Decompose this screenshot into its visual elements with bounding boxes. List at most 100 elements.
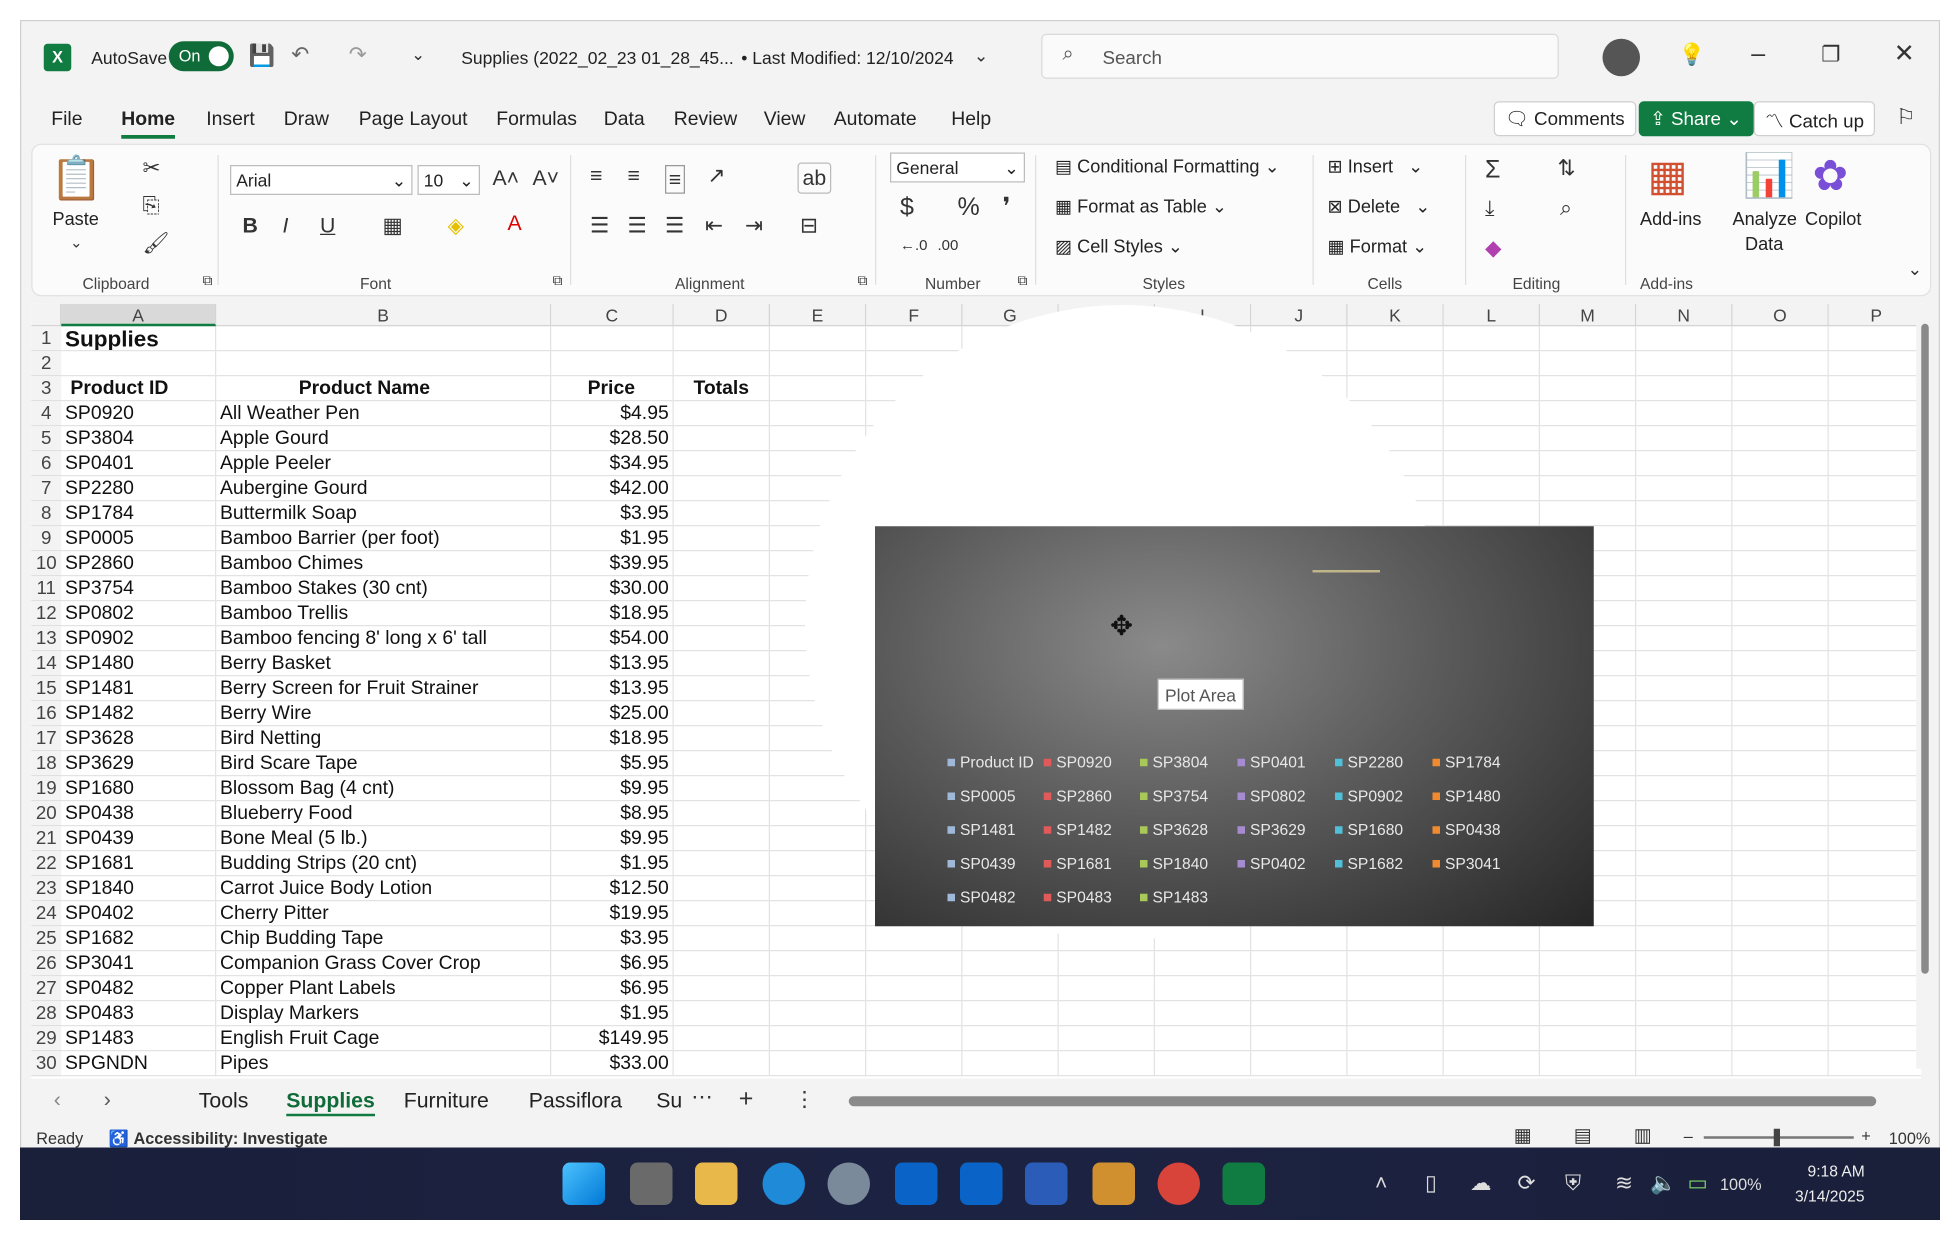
percent-icon[interactable]: % [958, 195, 980, 220]
column-header-p[interactable]: P [1828, 303, 1922, 327]
empty-cell[interactable] [1443, 451, 1540, 477]
empty-cell[interactable] [1828, 876, 1922, 902]
row-header[interactable]: 25 [31, 926, 62, 952]
empty-cell[interactable] [1636, 726, 1733, 752]
cell[interactable]: $8.95 [551, 801, 674, 827]
empty-cell[interactable] [1636, 826, 1733, 852]
row-header[interactable]: 12 [31, 601, 62, 627]
cell[interactable]: Aubergine Gourd [216, 476, 552, 502]
cell[interactable]: $9.95 [551, 826, 674, 852]
column-header-b[interactable]: B [216, 303, 552, 327]
empty-cell[interactable] [770, 876, 867, 902]
empty-cell[interactable] [1443, 426, 1540, 452]
empty-cell[interactable] [673, 426, 770, 452]
column-header-e[interactable]: E [770, 303, 867, 327]
empty-cell[interactable] [1636, 1051, 1733, 1077]
empty-cell[interactable] [1443, 501, 1540, 527]
row-header[interactable]: 22 [31, 851, 62, 877]
empty-cell[interactable] [1828, 776, 1922, 802]
empty-cell[interactable] [1828, 476, 1922, 502]
increase-decimal-icon[interactable]: ←.0 [900, 238, 928, 253]
empty-cell[interactable] [1732, 376, 1829, 402]
column-header-l[interactable]: L [1443, 303, 1540, 327]
insert-cells-button[interactable]: ⊞ Insert ⌄ [1328, 158, 1424, 178]
catch-up-button[interactable]: 〽 Catch up [1753, 101, 1876, 137]
cell[interactable]: SP3628 [61, 726, 217, 752]
page-break-view-icon[interactable]: ▥ [1634, 1126, 1652, 1145]
file-explorer-icon[interactable] [695, 1162, 738, 1205]
cell[interactable]: $42.00 [551, 476, 674, 502]
empty-cell[interactable] [1828, 801, 1922, 827]
empty-cell[interactable] [1636, 501, 1733, 527]
cell[interactable]: $6.95 [551, 951, 674, 977]
format-cells-button[interactable]: ▦ Format ⌄ [1328, 238, 1428, 258]
empty-cell[interactable] [1732, 576, 1829, 602]
empty-cell[interactable] [1828, 976, 1922, 1002]
fill-icon[interactable]: ⤓ [1485, 198, 1494, 219]
empty-cell[interactable] [673, 726, 770, 752]
sheet-tab-su[interactable]: Su [656, 1089, 682, 1114]
empty-cell[interactable] [1443, 476, 1540, 502]
cell-styles-button[interactable]: ▨ Cell Styles ⌄ [1055, 238, 1183, 258]
cut-icon[interactable]: ✂ [143, 158, 161, 179]
empty-cell[interactable] [61, 351, 217, 377]
cell[interactable]: SP1784 [61, 501, 217, 527]
number-format-select[interactable]: General ⌄ [890, 152, 1025, 183]
column-header-a[interactable]: A [61, 303, 217, 327]
cell[interactable]: Berry Screen for Fruit Strainer [216, 676, 552, 702]
row-header[interactable]: 17 [31, 726, 62, 752]
empty-cell[interactable] [1828, 326, 1922, 352]
empty-cell[interactable] [1828, 551, 1922, 577]
cell[interactable]: All Weather Pen [216, 401, 552, 427]
sheet-tab-supplies[interactable]: Supplies [286, 1089, 375, 1117]
add-sheet-icon[interactable]: + [739, 1086, 754, 1111]
empty-cell[interactable] [1636, 851, 1733, 877]
empty-cell[interactable] [1347, 926, 1444, 952]
empty-cell[interactable] [1828, 451, 1922, 477]
legend-entry[interactable]: SP1481 [947, 821, 1016, 839]
merge-center-icon[interactable]: ⊟ [800, 215, 818, 236]
empty-cell[interactable] [1443, 976, 1540, 1002]
format-painter-icon[interactable]: 🖌 [143, 233, 170, 254]
align-right-icon[interactable]: ☰ [665, 215, 684, 236]
empty-cell[interactable] [962, 1051, 1059, 1077]
empty-cell[interactable] [1347, 326, 1444, 352]
legend-entry[interactable]: SP1840 [1140, 855, 1208, 873]
sort-filter-icon[interactable]: ⇅ [1558, 158, 1576, 179]
clock-date[interactable]: 3/14/2025 [1795, 1188, 1865, 1206]
align-middle-icon[interactable]: ≡ [628, 165, 640, 186]
empty-cell[interactable] [1828, 376, 1922, 402]
redo-icon[interactable]: ↷ [349, 44, 367, 65]
sheet-tab-passiflora[interactable]: Passiflora [529, 1089, 622, 1114]
empty-cell[interactable] [673, 476, 770, 502]
sheet-tab-tools[interactable]: Tools [199, 1089, 249, 1114]
cell[interactable]: SP2860 [61, 551, 217, 577]
empty-cell[interactable] [1636, 951, 1733, 977]
zoom-in-icon[interactable]: + [1861, 1126, 1870, 1145]
cloud-icon[interactable]: ☁ [1470, 1173, 1491, 1194]
empty-cell[interactable] [673, 751, 770, 777]
empty-cell[interactable] [1828, 826, 1922, 852]
row-header[interactable]: 3 [31, 376, 62, 402]
cell[interactable]: $18.95 [551, 601, 674, 627]
usb-icon[interactable]: ▯ [1425, 1173, 1437, 1194]
empty-cell[interactable] [770, 1026, 867, 1052]
empty-cell[interactable] [770, 1001, 867, 1027]
row-header[interactable]: 2 [31, 351, 62, 377]
legend-entry[interactable]: SP3041 [1432, 855, 1501, 873]
clipboard-launcher-icon[interactable]: ⧉ [203, 274, 213, 289]
empty-cell[interactable] [1251, 951, 1348, 977]
align-bottom-icon[interactable]: ≡ [665, 165, 685, 194]
empty-cell[interactable] [1636, 326, 1733, 352]
empty-cell[interactable] [1636, 401, 1733, 427]
excel-taskbar-icon[interactable] [1222, 1162, 1265, 1205]
row-header[interactable]: 23 [31, 876, 62, 902]
empty-cell[interactable] [673, 551, 770, 577]
row-header[interactable]: 6 [31, 451, 62, 477]
empty-cell[interactable] [1828, 401, 1922, 427]
addins-label[interactable]: Add-ins [1640, 210, 1701, 230]
empty-cell[interactable] [1732, 1026, 1829, 1052]
cell[interactable]: Berry Basket [216, 651, 552, 677]
legend-entry[interactable]: SP1483 [1140, 889, 1208, 906]
empty-cell[interactable] [673, 901, 770, 927]
